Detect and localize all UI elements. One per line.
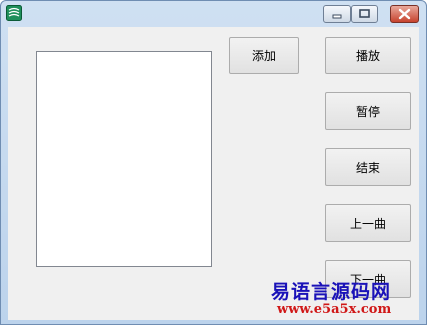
close-button[interactable] — [390, 5, 419, 23]
minimize-icon — [332, 14, 342, 19]
add-button[interactable]: 添加 — [229, 37, 299, 74]
prev-button[interactable]: 上一曲 — [325, 204, 411, 242]
minimize-button[interactable] — [323, 5, 351, 23]
app-icon — [6, 5, 22, 21]
title-bar[interactable] — [1, 1, 426, 27]
maximize-button[interactable] — [351, 5, 378, 23]
maximize-icon — [359, 9, 370, 18]
playlist-listbox[interactable] — [36, 51, 212, 267]
pause-button[interactable]: 暂停 — [325, 92, 411, 130]
app-window: 添加 播放 暂停 结束 上一曲 下一曲 易语言源码网 www.e5a5x.com — [0, 0, 427, 325]
play-button[interactable]: 播放 — [325, 37, 411, 74]
watermark-site-name: 易语言源码网 — [271, 281, 392, 303]
watermark-site-url: www.e5a5x.com — [277, 302, 392, 317]
stop-button[interactable]: 结束 — [325, 148, 411, 186]
close-icon — [398, 8, 411, 20]
